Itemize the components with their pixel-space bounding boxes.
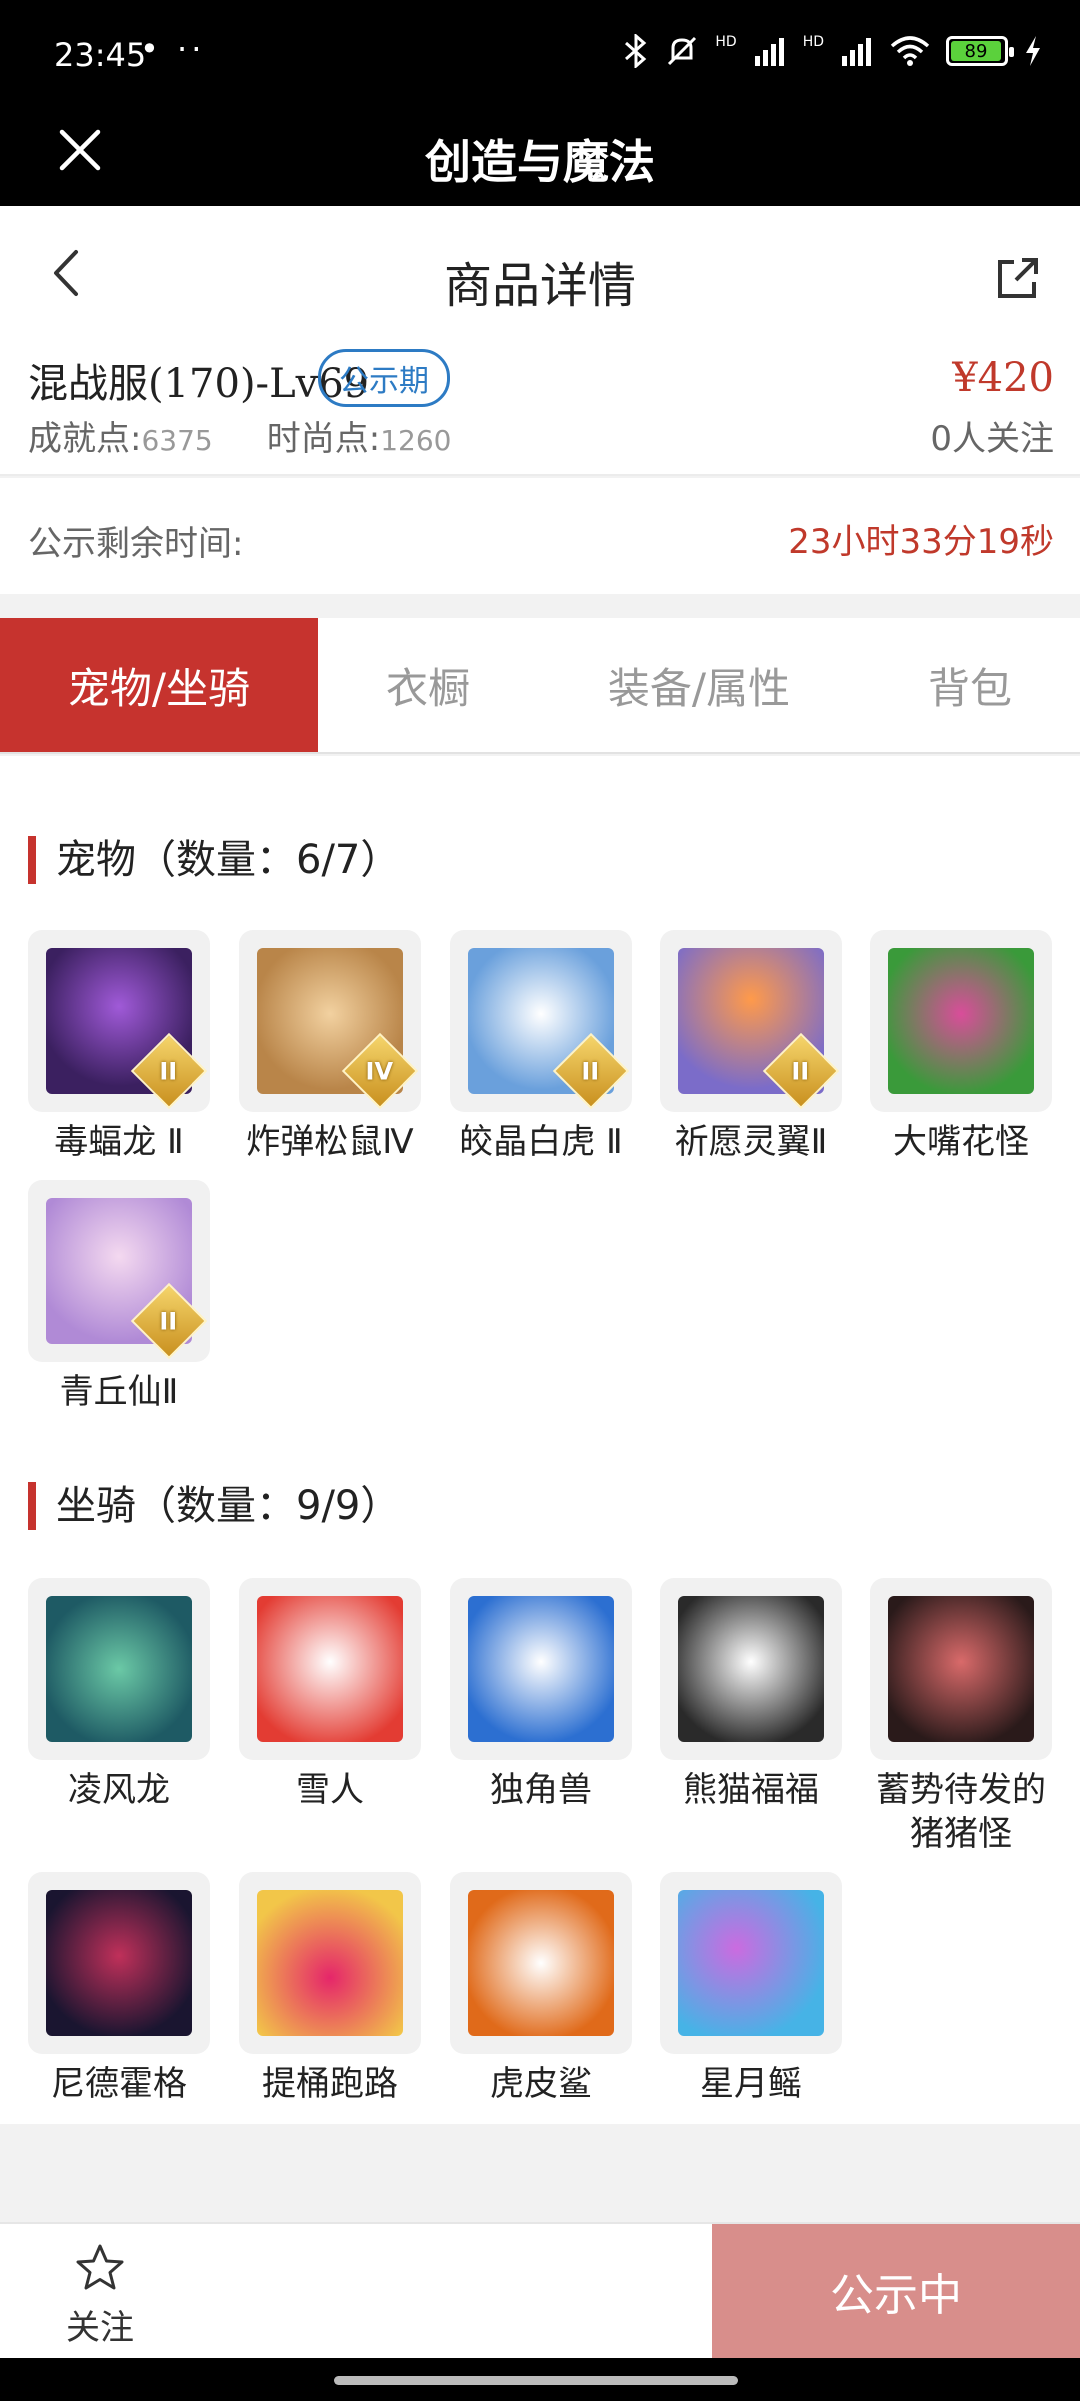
tab-backpack[interactable]: 背包: [860, 618, 1080, 752]
mount-name: 熊猫福福: [683, 1770, 819, 1810]
pet-thumbnail: II: [660, 930, 842, 1112]
battery-icon: 89: [946, 36, 1014, 66]
signal-icon: [842, 38, 871, 66]
mute-icon: [668, 36, 697, 66]
status-badge: 公示期: [318, 349, 450, 407]
mount-name: 蓄势待发的猪猪怪: [876, 1770, 1046, 1854]
mount-thumbnail: [450, 1578, 632, 1760]
bluetooth-icon: [625, 34, 647, 68]
fashion-value: 1260: [380, 424, 452, 457]
mount-item[interactable]: 提桶跑路: [239, 1872, 421, 2106]
app-header: 创造与魔法: [0, 110, 1080, 206]
mount-item[interactable]: 雪人: [239, 1578, 421, 1812]
mount-thumbnail: [660, 1578, 842, 1760]
page-title: 商品详情: [443, 258, 636, 314]
page-header: 商品详情: [0, 206, 1080, 331]
mount-thumbnail: [450, 1872, 632, 2054]
tab-bar: 宠物/坐骑 衣橱 装备/属性 背包: [0, 618, 1080, 754]
pet-thumbnail: II: [450, 930, 632, 1112]
pet-name: 青丘仙Ⅱ: [59, 1372, 179, 1412]
wifi-icon: [890, 36, 930, 66]
publicity-status-button[interactable]: 公示中: [712, 2224, 1080, 2358]
mount-name: 星月鳐: [700, 2064, 802, 2104]
mount-name: 雪人: [296, 1770, 364, 1810]
mount-thumbnail: [870, 1578, 1052, 1760]
charging-icon: [1026, 36, 1040, 66]
pet-name: 毒蝠龙 Ⅱ: [54, 1122, 184, 1162]
status-icons: HD HD 89: [623, 34, 1042, 68]
mount-name: 虎皮鲨: [490, 2064, 592, 2104]
hd-label: HD: [802, 34, 824, 50]
content-panel: 宠物（数量：6/7） II 毒蝠龙 Ⅱ IV 炸弹松鼠Ⅳ II 皎晶白虎 Ⅱ I…: [0, 756, 1080, 2124]
mount-name: 独角兽: [490, 1770, 592, 1810]
status-notification-dots: • ··: [140, 30, 206, 68]
star-icon: [76, 2244, 124, 2290]
achievement-value: 6375: [141, 424, 213, 457]
mount-thumbnail: [660, 1872, 842, 2054]
countdown-label: 公示剩余时间:: [28, 524, 244, 564]
mount-item[interactable]: 虎皮鲨: [450, 1872, 632, 2106]
pet-item[interactable]: IV 炸弹松鼠Ⅳ: [239, 930, 421, 1164]
mount-item[interactable]: 熊猫福福: [660, 1578, 842, 1812]
bottom-action-bar: 关注 公示中: [0, 2222, 1080, 2358]
pet-item[interactable]: II 青丘仙Ⅱ: [28, 1180, 210, 1414]
app-title: 创造与魔法: [425, 135, 655, 189]
countdown-row: 公示剩余时间: 23小时33分19秒: [0, 478, 1080, 594]
pet-thumbnail: IV: [239, 930, 421, 1112]
mount-thumbnail: [28, 1872, 210, 2054]
home-indicator[interactable]: [334, 2376, 738, 2385]
share-icon[interactable]: [994, 254, 1042, 302]
mount-item[interactable]: 蓄势待发的猪猪怪: [870, 1578, 1052, 1856]
mount-thumbnail: [239, 1578, 421, 1760]
pet-item[interactable]: II 毒蝠龙 Ⅱ: [28, 930, 210, 1164]
status-bar: 23:45 • ·· HD HD 89: [0, 0, 1080, 110]
tab-pets-mounts[interactable]: 宠物/坐骑: [0, 618, 318, 752]
battery-level: 89: [951, 41, 1001, 62]
mount-name: 尼德霍格: [51, 2064, 187, 2104]
section-title-mounts: 坐骑（数量：9/9）: [28, 1482, 400, 1530]
follow-label: 关注: [66, 2308, 134, 2348]
mount-thumbnail: [28, 1578, 210, 1760]
pet-thumbnail: [870, 930, 1052, 1112]
mount-thumbnail: [239, 1872, 421, 2054]
countdown-value: 23小时33分19秒: [788, 522, 1054, 562]
product-info: 混战服(170)-Lv69 公示期 ¥420 成就点:6375 时尚点:1260 …: [0, 331, 1080, 476]
follow-button[interactable]: 关注: [0, 2224, 200, 2358]
status-time: 23:45: [54, 36, 147, 74]
mount-name: 提桶跑路: [262, 2064, 398, 2104]
pet-thumbnail: II: [28, 1180, 210, 1362]
section-title-pets: 宠物（数量：6/7）: [28, 836, 400, 884]
pet-item[interactable]: II 皎晶白虎 Ⅱ: [450, 930, 632, 1164]
pet-name: 祈愿灵翼Ⅱ: [674, 1122, 828, 1162]
hd-label: HD: [715, 34, 737, 50]
pet-item[interactable]: 大嘴花怪: [870, 930, 1052, 1164]
mount-item[interactable]: 独角兽: [450, 1578, 632, 1812]
mount-item[interactable]: 凌风龙: [28, 1578, 210, 1812]
system-nav-bar: [0, 2358, 1080, 2401]
tab-wardrobe[interactable]: 衣橱: [318, 618, 538, 752]
pet-name: 炸弹松鼠Ⅳ: [246, 1122, 414, 1162]
tab-equipment[interactable]: 装备/属性: [538, 618, 860, 752]
price: ¥420: [952, 355, 1054, 401]
pet-thumbnail: II: [28, 930, 210, 1112]
achievement-label: 成就点:: [28, 419, 142, 459]
mount-name: 凌风龙: [68, 1770, 170, 1810]
pet-name: 大嘴花怪: [893, 1122, 1029, 1162]
mount-item[interactable]: 星月鳐: [660, 1872, 842, 2106]
follower-count: 0人关注: [930, 419, 1054, 459]
mount-item[interactable]: 尼德霍格: [28, 1872, 210, 2106]
pet-item[interactable]: II 祈愿灵翼Ⅱ: [660, 930, 842, 1164]
fashion-label: 时尚点:: [266, 419, 381, 459]
signal-icon: [754, 38, 784, 66]
stat-row: 成就点:6375 时尚点:1260: [28, 411, 451, 460]
pet-name: 皎晶白虎 Ⅱ: [459, 1122, 623, 1162]
